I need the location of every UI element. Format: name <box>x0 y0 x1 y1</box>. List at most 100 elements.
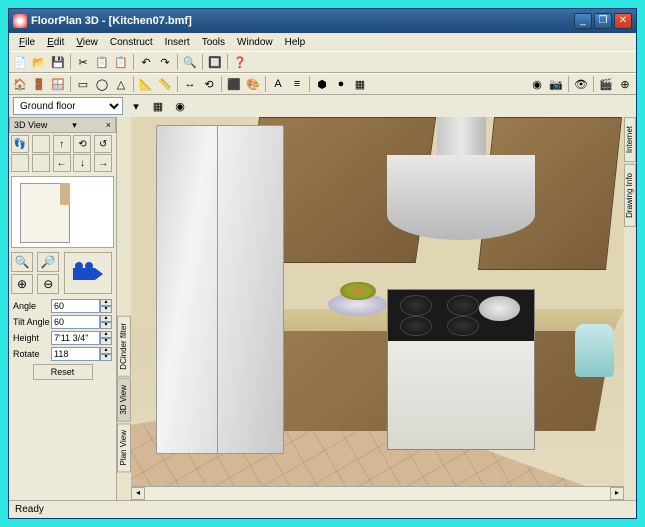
menu-edit[interactable]: Edit <box>41 36 70 49</box>
scroll-track[interactable] <box>145 487 610 500</box>
view-icon[interactable]: 👁 <box>572 75 590 93</box>
render-icon[interactable]: ◉ <box>528 75 546 93</box>
redo-icon[interactable]: ↷ <box>156 53 174 71</box>
rotate-down-icon[interactable]: ▾ <box>100 354 112 361</box>
floor-selector[interactable]: Ground floor <box>13 97 123 115</box>
tab-internet[interactable]: Internet <box>624 117 636 162</box>
tilt-up-icon[interactable]: ▴ <box>100 315 112 322</box>
open-icon[interactable]: 📂 <box>30 53 48 71</box>
height-label: Height <box>13 333 51 343</box>
tab-dcinder[interactable]: DCinder filter <box>117 316 131 377</box>
maximize-button[interactable]: ❐ <box>594 13 612 29</box>
orbit-icon[interactable]: ⟲ <box>73 135 91 153</box>
tilt-input[interactable] <box>51 315 100 329</box>
nav-up-icon[interactable]: ↑ <box>53 135 71 153</box>
grid-icon[interactable]: ▦ <box>351 75 369 93</box>
view-3d-icon[interactable]: ◉ <box>171 97 189 115</box>
dimension-icon[interactable]: 📐 <box>137 75 155 93</box>
rotate-icon[interactable]: ⟲ <box>200 75 218 93</box>
camera-icon[interactable]: 📷 <box>547 75 565 93</box>
menu-tools[interactable]: Tools <box>196 36 231 49</box>
collapse-icon[interactable]: ⊖ <box>37 274 59 294</box>
angle-input[interactable] <box>51 299 100 313</box>
wall-icon[interactable]: 🏠 <box>11 75 29 93</box>
menu-help[interactable]: Help <box>279 36 312 49</box>
tilt-down-icon[interactable]: ▾ <box>100 322 112 329</box>
zoom-in-icon[interactable]: 🔍 <box>11 252 33 272</box>
rect-icon[interactable]: ▭ <box>74 75 92 93</box>
scene-cooktop <box>388 290 534 341</box>
panel-pin-icon[interactable]: ▾ <box>72 120 77 131</box>
height-up-icon[interactable]: ▴ <box>100 331 112 338</box>
scroll-left-icon[interactable]: ◂ <box>131 487 145 500</box>
align-icon[interactable]: ≡ <box>288 75 306 93</box>
height-input[interactable] <box>51 331 100 345</box>
angle-up-icon[interactable]: ▴ <box>100 299 112 306</box>
rotate-input[interactable] <box>51 347 100 361</box>
tab-planview[interactable]: Plan View <box>117 423 131 472</box>
height-down-icon[interactable]: ▾ <box>100 338 112 345</box>
save-icon[interactable]: 💾 <box>49 53 67 71</box>
scene-burner <box>400 295 432 315</box>
view-plan-icon[interactable]: ▦ <box>149 97 167 115</box>
close-button[interactable]: ✕ <box>614 13 632 29</box>
zoom-icon[interactable]: 🔍 <box>181 53 199 71</box>
viewport: DCinder filter 3D View Plan View <box>117 117 636 500</box>
menu-view[interactable]: View <box>70 36 104 49</box>
ruler-icon[interactable]: 📏 <box>156 75 174 93</box>
undo-icon[interactable]: ↶ <box>137 53 155 71</box>
dot-icon[interactable]: ● <box>332 75 350 93</box>
tab-3dview[interactable]: 3D View <box>117 378 131 422</box>
nav-down-icon[interactable]: ↓ <box>73 154 91 172</box>
walk-icon[interactable]: 👣 <box>11 135 29 153</box>
expand-icon[interactable]: ⊕ <box>11 274 33 294</box>
angle-down-icon[interactable]: ▾ <box>100 306 112 313</box>
door-icon[interactable]: 🚪 <box>30 75 48 93</box>
record-icon[interactable]: 🎬 <box>597 75 615 93</box>
reset-button[interactable]: Reset <box>33 364 93 380</box>
cut-icon[interactable]: ✂ <box>74 53 92 71</box>
text-icon[interactable]: A <box>269 75 287 93</box>
rotate-up-icon[interactable]: ▴ <box>100 347 112 354</box>
menu-insert[interactable]: Insert <box>159 36 196 49</box>
horizontal-scrollbar[interactable]: ◂ ▸ <box>131 486 624 500</box>
scene-burner <box>400 316 432 336</box>
scroll-right-icon[interactable]: ▸ <box>610 487 624 500</box>
rotate-label: Rotate <box>13 349 51 359</box>
circle-icon[interactable]: ◯ <box>93 75 111 93</box>
move-icon[interactable]: ↔ <box>181 75 199 93</box>
zoom-out-icon[interactable]: 🔎 <box>37 252 59 272</box>
app-window: FloorPlan 3D - [Kitchen07.bmf] _ ❐ ✕ Fil… <box>8 8 637 519</box>
camera-tools: 🔍 🔎 ⊕ ⊖ <box>9 250 116 296</box>
paste-icon[interactable]: 📋 <box>112 53 130 71</box>
3d-scene[interactable] <box>131 117 624 500</box>
panel-close-icon[interactable]: × <box>106 120 111 130</box>
menu-construct[interactable]: Construct <box>104 36 159 49</box>
fill-icon[interactable]: ⬛ <box>225 75 243 93</box>
separator <box>227 54 228 70</box>
minimize-button[interactable]: _ <box>574 13 592 29</box>
help-icon[interactable]: ❓ <box>231 53 249 71</box>
rotate-icon[interactable]: ↺ <box>94 135 112 153</box>
camera-icon <box>73 262 103 284</box>
minimap[interactable] <box>11 176 114 248</box>
window-icon[interactable]: 🪟 <box>49 75 67 93</box>
menu-file[interactable]: File <box>13 36 41 49</box>
navigation-tools: 👣 ↑ ⟲ ↺ ← ↓ → <box>9 133 116 174</box>
color-icon[interactable]: 🎨 <box>244 75 262 93</box>
tab-drawing-info[interactable]: Drawing Info <box>624 164 636 227</box>
triangle-icon[interactable]: △ <box>112 75 130 93</box>
copy-icon[interactable]: 📋 <box>93 53 111 71</box>
nav-spacer <box>32 135 50 153</box>
nav-right-icon[interactable]: → <box>94 154 112 172</box>
shape-icon[interactable]: ⬢ <box>313 75 331 93</box>
target-icon[interactable]: ⊕ <box>616 75 634 93</box>
nav-left-icon[interactable]: ← <box>53 154 71 172</box>
select-icon[interactable]: 🔲 <box>206 53 224 71</box>
floor-dropdown-icon[interactable]: ▾ <box>127 97 145 115</box>
camera-indicator[interactable] <box>64 252 112 294</box>
new-icon[interactable]: 📄 <box>11 53 29 71</box>
toolbar-construct: 🏠 🚪 🪟 ▭ ◯ △ 📐 📏 ↔ ⟲ ⬛ 🎨 A ≡ ⬢ ● ▦ ◉ 📷 👁 … <box>9 73 636 95</box>
menu-window[interactable]: Window <box>231 36 279 49</box>
separator <box>593 76 594 92</box>
